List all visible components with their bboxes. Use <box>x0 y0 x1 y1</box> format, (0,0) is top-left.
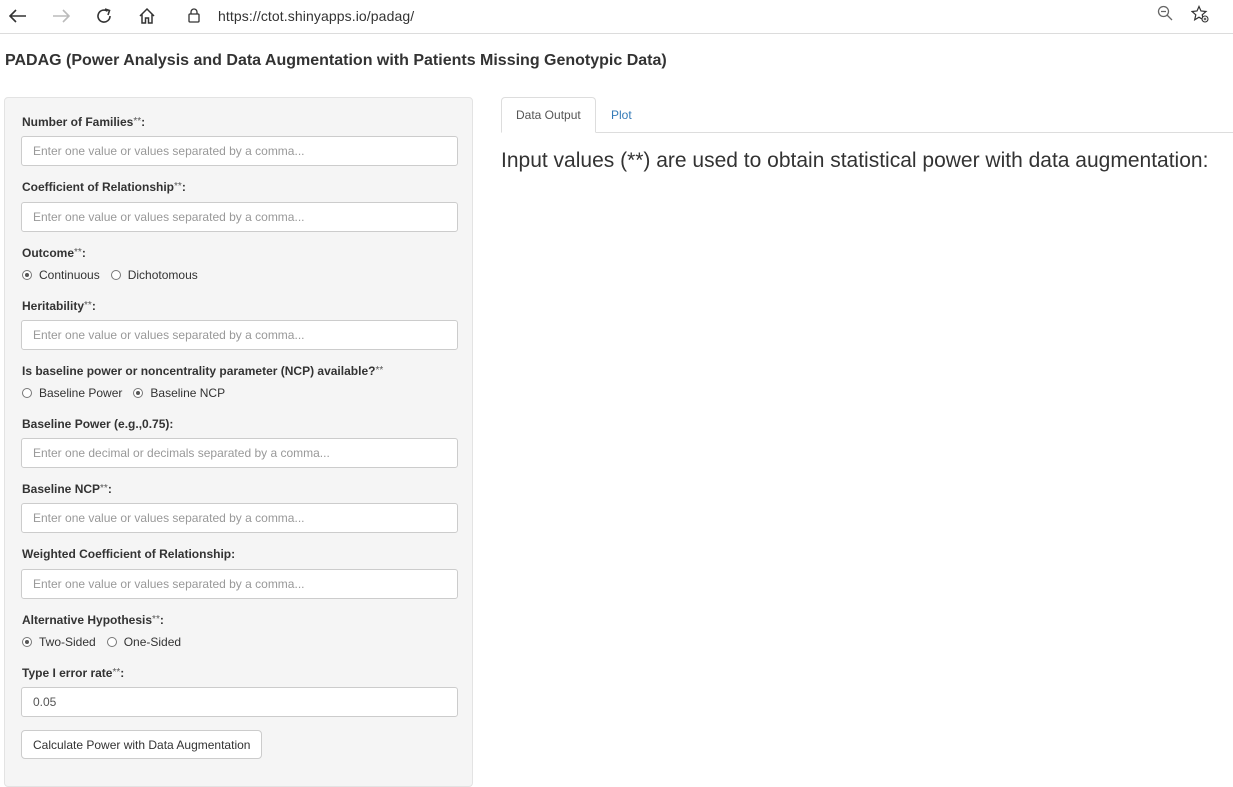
outcome-radio-group: Continuous Dichotomous <box>22 268 209 282</box>
outcome-dichotomous-label: Dichotomous <box>127 268 198 282</box>
two-sided-label: Two-Sided <box>39 635 96 649</box>
one-sided-option[interactable]: One-Sided <box>106 635 182 649</box>
home-button[interactable] <box>134 4 160 28</box>
baseline-power-label: Baseline Power (e.g.,0.75): <box>22 417 174 431</box>
weighted-coef-input[interactable] <box>21 569 458 599</box>
alt-hypothesis-radio-group: Two-Sided One-Sided <box>22 635 192 649</box>
address-bar[interactable]: https://ctot.shinyapps.io/padag/ <box>180 3 1220 29</box>
radio-checked-icon[interactable] <box>22 637 32 647</box>
type1-error-label: Type I error rate**: <box>22 666 125 680</box>
lock-icon <box>188 8 200 28</box>
reload-icon <box>97 8 111 23</box>
two-sided-option[interactable]: Two-Sided <box>22 635 96 649</box>
baseline-ncp-option-label: Baseline NCP <box>150 386 226 400</box>
calculate-button[interactable]: Calculate Power with Data Augmentation <box>21 730 263 759</box>
tab-data-output[interactable]: Data Output <box>501 97 596 133</box>
forward-button[interactable] <box>48 4 74 28</box>
home-icon <box>139 7 155 24</box>
tab-plot[interactable]: Plot <box>597 97 646 133</box>
radio-unchecked-icon[interactable] <box>110 270 121 280</box>
coef-relationship-label: Coefficient of Relationship**: <box>22 180 186 194</box>
alt-hypothesis-label: Alternative Hypothesis**: <box>22 613 164 627</box>
baseline-ncp-option[interactable]: Baseline NCP <box>133 386 225 400</box>
outcome-continuous-label: Continuous <box>39 268 100 282</box>
baseline-choice-radio-group: Baseline Power Baseline NCP <box>22 386 236 400</box>
radio-checked-icon[interactable] <box>22 270 32 280</box>
outcome-dichotomous-option[interactable]: Dichotomous <box>110 268 198 282</box>
baseline-power-option-label: Baseline Power <box>39 386 123 400</box>
radio-unchecked-icon[interactable] <box>106 637 117 647</box>
weighted-coef-label: Weighted Coefficient of Relationship: <box>22 547 236 561</box>
num-families-input[interactable] <box>21 136 458 166</box>
baseline-ncp-label: Baseline NCP**: <box>22 482 112 496</box>
page-title: PADAG (Power Analysis and Data Augmentat… <box>5 52 667 69</box>
coef-relationship-input[interactable] <box>21 202 458 232</box>
one-sided-label: One-Sided <box>123 635 182 649</box>
outcome-label: Outcome**: <box>22 246 86 260</box>
radio-checked-icon[interactable] <box>133 388 144 398</box>
browser-toolbar: https://ctot.shinyapps.io/padag/ <box>0 0 1233 34</box>
zoom-icon[interactable] <box>1157 5 1173 26</box>
baseline-power-input[interactable] <box>21 438 458 468</box>
radio-unchecked-icon[interactable] <box>22 388 32 398</box>
num-families-label: Number of Families**: <box>22 115 146 129</box>
output-message: Input values (**) are used to obtain sta… <box>501 149 1209 172</box>
baseline-power-option[interactable]: Baseline Power <box>22 386 122 400</box>
url-text: https://ctot.shinyapps.io/padag/ <box>218 8 415 24</box>
reload-button[interactable] <box>91 4 117 28</box>
arrow-right-icon <box>53 9 70 23</box>
arrow-left-icon <box>9 9 26 23</box>
back-button[interactable] <box>5 4 31 28</box>
heritability-input[interactable] <box>21 320 458 350</box>
input-sidebar: Number of Families**: Coefficient of Rel… <box>4 97 473 787</box>
baseline-ncp-input[interactable] <box>21 503 458 533</box>
heritability-label: Heritability**: <box>22 299 96 313</box>
type1-error-input[interactable] <box>21 687 458 717</box>
favorite-star-icon[interactable] <box>1190 5 1209 28</box>
baseline-choice-label: Is baseline power or noncentrality param… <box>22 364 384 378</box>
outcome-continuous-option[interactable]: Continuous <box>22 268 100 282</box>
